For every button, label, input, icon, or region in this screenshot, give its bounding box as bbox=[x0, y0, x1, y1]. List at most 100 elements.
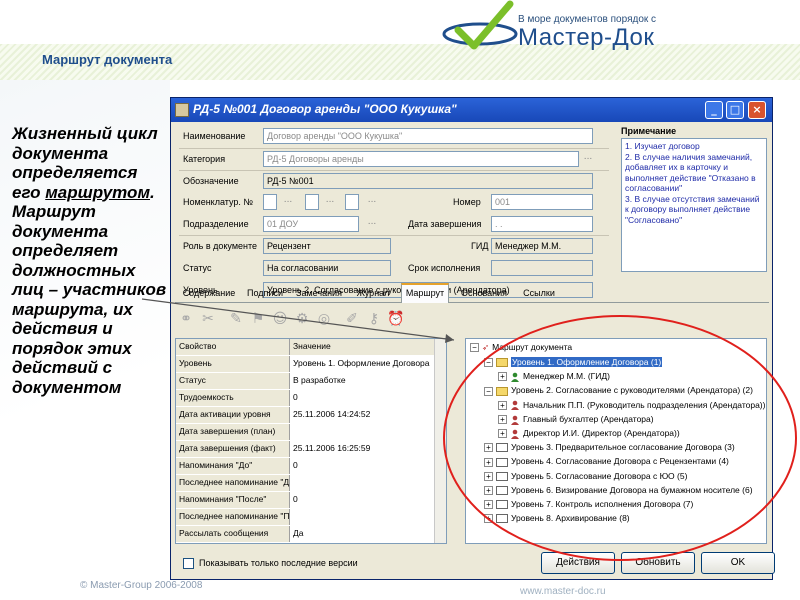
name-field[interactable]: Договор аренды "ООО Кукушка" bbox=[263, 128, 593, 144]
expand-icon[interactable]: + bbox=[484, 514, 493, 524]
grid-property: Статус bbox=[176, 373, 290, 389]
grid-value: 25.11.2006 16:25:59 bbox=[290, 441, 446, 457]
table-row[interactable]: Рассылать сообщения Да bbox=[176, 526, 446, 542]
table-row[interactable]: Статус В разработке bbox=[176, 373, 446, 389]
ok-button[interactable]: OK bbox=[701, 552, 775, 574]
link-icon[interactable]: ⚭ bbox=[177, 310, 195, 328]
refresh-button[interactable]: Обновить bbox=[621, 552, 695, 574]
tree-node[interactable]: + Уровень 6. Визирование Договора на бума… bbox=[484, 484, 753, 497]
collapse-icon[interactable]: − bbox=[484, 386, 493, 396]
tab-links[interactable]: Ссылки bbox=[517, 285, 561, 302]
tree-node-label: Уровень 7. Контроль исполнения Договора … bbox=[511, 499, 694, 509]
status-label: Статус bbox=[183, 263, 212, 273]
tree-node[interactable]: + Главный бухгалтер (Арендатора) bbox=[498, 413, 654, 426]
close-button[interactable]: × bbox=[748, 101, 766, 119]
flag-icon[interactable]: ⚑ bbox=[249, 310, 267, 328]
tools-icon[interactable]: ✂ bbox=[199, 310, 217, 328]
settings-icon[interactable]: ⚙ bbox=[293, 310, 311, 328]
tree-node[interactable]: + Уровень 8. Архивирование (8) bbox=[484, 512, 630, 525]
person-icon[interactable]: ☺ bbox=[271, 310, 289, 328]
deadline-label: Срок исполнения bbox=[408, 263, 481, 273]
logo-check-icon bbox=[442, 0, 518, 50]
table-row[interactable]: Последнее напоминание "После" bbox=[176, 509, 446, 525]
table-row[interactable]: Напоминания "После" 0 bbox=[176, 492, 446, 508]
division-browse-button[interactable]: ... bbox=[365, 216, 379, 232]
person-icon bbox=[510, 415, 520, 425]
folder-icon bbox=[496, 386, 508, 396]
maximize-button[interactable]: □ bbox=[726, 101, 744, 119]
tree-node[interactable]: + Уровень 3. Предварительное согласование… bbox=[484, 441, 735, 454]
table-row[interactable]: Дата завершения (план) bbox=[176, 424, 446, 440]
category-browse-button[interactable]: ... bbox=[581, 151, 595, 167]
expand-icon[interactable]: + bbox=[484, 443, 493, 453]
category-field[interactable]: РД-5 Договоры аренды bbox=[263, 151, 579, 167]
designation-field: РД-5 №001 bbox=[263, 173, 593, 189]
tab-content[interactable]: Содержание bbox=[179, 285, 239, 302]
alarm-icon[interactable]: ⏰ bbox=[387, 310, 405, 328]
collapse-icon[interactable]: − bbox=[470, 343, 479, 353]
tab-journal[interactable]: Журнал bbox=[351, 285, 395, 302]
table-row[interactable]: Уровень Уровень 1. Оформление Договора bbox=[176, 356, 446, 372]
expand-icon[interactable]: + bbox=[498, 429, 507, 439]
grid-value: 0 bbox=[290, 492, 446, 508]
status-field: На согласовании bbox=[263, 260, 391, 276]
table-row[interactable]: Напоминания "До" 0 bbox=[176, 458, 446, 474]
table-row[interactable]: Дата активации уровня 25.11.2006 14:24:52 bbox=[176, 407, 446, 423]
pen-icon[interactable]: ✐ bbox=[343, 310, 361, 328]
key-icon[interactable]: ⚷ bbox=[365, 310, 383, 328]
nomenclature-dots-3[interactable]: ... bbox=[365, 194, 379, 210]
number-field[interactable]: 001 bbox=[491, 194, 593, 210]
completion-date-field[interactable]: . . bbox=[491, 216, 593, 232]
tree-node[interactable]: + Уровень 7. Контроль исполнения Договора… bbox=[484, 498, 693, 511]
table-row[interactable]: Дата завершения (факт) 25.11.2006 16:25:5… bbox=[176, 441, 446, 457]
nomenclature-part-2[interactable] bbox=[305, 194, 319, 210]
tab-grounds[interactable]: Основания bbox=[455, 285, 513, 302]
route-toolbar: ⚭ ✂ ✎ ⚑ ☺ ⚙ ◎ ✐ ⚷ ⏰ bbox=[175, 308, 445, 332]
target-icon[interactable]: ◎ bbox=[315, 310, 333, 328]
note-textarea[interactable]: 1. Изучает договор 2. В случае наличия з… bbox=[621, 138, 767, 272]
expand-icon[interactable]: + bbox=[484, 457, 493, 467]
tree-node[interactable]: + Начальник П.П. (Руководитель подразделе… bbox=[498, 399, 765, 412]
expand-icon[interactable]: + bbox=[498, 372, 507, 382]
edit-icon[interactable]: ✎ bbox=[227, 310, 245, 328]
tree-node[interactable]: + Директор И.И. (Директор (Арендатора)) bbox=[498, 427, 680, 440]
division-field[interactable]: 01 ДОУ bbox=[263, 216, 359, 232]
nomenclature-dots-2[interactable]: ... bbox=[323, 194, 337, 210]
tab-bar: Содержание Подписи Замечания Журнал Марш… bbox=[175, 283, 769, 303]
table-row[interactable]: Трудоемкость 0 bbox=[176, 390, 446, 406]
grid-scrollbar[interactable] bbox=[434, 339, 446, 543]
expand-icon[interactable]: + bbox=[484, 500, 493, 510]
grid-value bbox=[290, 509, 446, 525]
actions-button[interactable]: Действия bbox=[541, 552, 615, 574]
tab-signatures[interactable]: Подписи bbox=[243, 285, 287, 302]
tree-node[interactable]: + Уровень 5. Согласование Договора с ЮО (… bbox=[484, 470, 687, 483]
tab-route[interactable]: Маршрут bbox=[401, 283, 449, 303]
tree-root[interactable]: − ➶ Маршрут документа bbox=[470, 341, 572, 354]
note-line: 2. В случае наличия замечаний, добавляет… bbox=[625, 151, 756, 194]
last-versions-checkbox-row[interactable]: Показывать только последние версии bbox=[183, 558, 358, 570]
nomenclature-part-3[interactable] bbox=[345, 194, 359, 210]
last-versions-checkbox[interactable] bbox=[183, 558, 194, 570]
tab-remarks[interactable]: Замечания bbox=[291, 285, 347, 302]
document-form: Наименование Договор аренды "ООО Кукушка… bbox=[171, 122, 772, 298]
role-field: Рецензент bbox=[263, 238, 391, 254]
expand-icon[interactable]: + bbox=[498, 415, 507, 425]
expand-icon[interactable]: + bbox=[498, 400, 507, 410]
minimize-button[interactable]: _ bbox=[705, 101, 723, 119]
table-row[interactable]: Последнее напоминание "До" bbox=[176, 475, 446, 491]
tree-node[interactable]: − Уровень 1. Оформление Договора (1) bbox=[484, 356, 663, 369]
collapse-icon[interactable]: − bbox=[484, 358, 493, 368]
divider bbox=[179, 170, 609, 171]
slide-title: Маршрут документа bbox=[42, 52, 173, 67]
expand-icon[interactable]: + bbox=[484, 471, 493, 481]
nomenclature-dots-1[interactable]: ... bbox=[281, 194, 295, 210]
gip-label: ГИД bbox=[471, 241, 489, 251]
tree-node[interactable]: − Уровень 2. Согласование с руководителям… bbox=[484, 384, 753, 397]
tree-node[interactable]: + Уровень 4. Согласование Договора с Реце… bbox=[484, 455, 729, 468]
expand-icon[interactable]: + bbox=[484, 486, 493, 496]
tree-node[interactable]: + Менеджер М.М. (ГИД) bbox=[498, 370, 610, 383]
window-titlebar[interactable]: РД-5 №001 Договор аренды "ООО Кукушка" _… bbox=[171, 98, 772, 122]
divider bbox=[179, 148, 609, 149]
grid-property: Последнее напоминание "После" bbox=[176, 509, 290, 525]
nomenclature-part-1[interactable] bbox=[263, 194, 277, 210]
